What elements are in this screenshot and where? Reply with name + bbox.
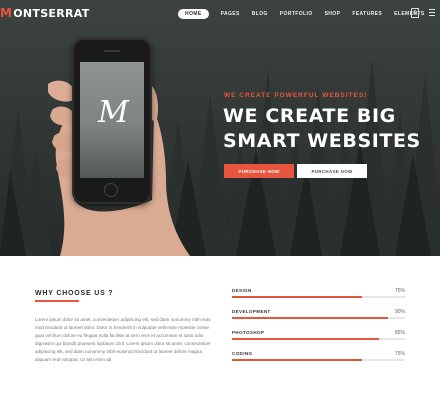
skill-label: DEVELOPMENT xyxy=(232,309,271,314)
nav-item-elements[interactable]: ELEMENTS xyxy=(394,9,424,19)
skill-fill xyxy=(232,296,362,298)
skill-design: DESIGN 75% xyxy=(232,288,405,309)
headline-line-2: SMART WEBSITES xyxy=(223,130,421,152)
site-logo[interactable]: M ONTSERRAT xyxy=(0,6,90,20)
skill-label: CODING xyxy=(232,351,253,356)
skill-bars: DESIGN 75% DEVELOPMENT 90% PHOTOSHOP 85%… xyxy=(232,288,405,372)
skill-label: PHOTOSHOP xyxy=(232,330,265,335)
title-underline xyxy=(35,300,79,302)
why-choose-us-text: Lorem ipsum dolor sit amet, consectetuer… xyxy=(35,317,211,362)
hero-section: M M ONTSERRAT HOME PAGES BLOG PORTFOLIO … xyxy=(0,0,440,256)
logo-mark: M xyxy=(0,6,13,20)
headline-line-1: WE CREATE BIG xyxy=(223,105,396,127)
nav-item-home[interactable]: HOME xyxy=(178,9,209,19)
skill-track xyxy=(232,338,405,340)
shopping-bag-icon[interactable]: 0 xyxy=(411,8,419,18)
skill-track xyxy=(232,296,405,298)
skill-percent: 75% xyxy=(394,288,405,294)
skill-track xyxy=(232,317,405,319)
smartphone-mockup: M xyxy=(72,38,152,204)
skill-fill xyxy=(232,317,388,319)
hero-tagline: WE CREATE POWERFUL WEBSITES! xyxy=(224,92,368,99)
phone-speaker xyxy=(104,50,120,52)
phone-screen-logo: M xyxy=(98,95,129,130)
skill-fill xyxy=(232,359,362,361)
main-nav: HOME PAGES BLOG PORTFOLIO SHOP FEATURES … xyxy=(178,8,437,20)
purchase-now-secondary-button[interactable]: PURCHASE NOW xyxy=(297,164,367,178)
skill-development: DEVELOPMENT 90% xyxy=(232,309,405,330)
hamburger-menu-icon[interactable] xyxy=(429,9,435,17)
skill-photoshop: PHOTOSHOP 85% xyxy=(232,330,405,351)
skill-percent: 90% xyxy=(394,309,405,315)
why-choose-us-title: WHY CHOOSE US ? xyxy=(35,290,114,297)
skill-label: DESIGN xyxy=(232,288,252,293)
skill-percent: 85% xyxy=(394,330,405,336)
skill-fill xyxy=(232,338,380,340)
purchase-now-primary-button[interactable]: PURCHASE NOW xyxy=(224,164,294,178)
phone-screen: M xyxy=(80,62,144,178)
nav-item-shop[interactable]: SHOP xyxy=(325,9,341,19)
cart-count: 0 xyxy=(413,10,417,16)
logo-text: ONTSERRAT xyxy=(13,6,90,20)
skill-percent: 75% xyxy=(394,351,405,357)
nav-item-blog[interactable]: BLOG xyxy=(252,9,268,19)
hero-headline: WE CREATE BIG SMART WEBSITES xyxy=(223,104,438,154)
nav-item-features[interactable]: FEATURES xyxy=(352,9,382,19)
skill-track xyxy=(232,359,405,361)
phone-home-button xyxy=(104,183,118,197)
skill-coding: CODING 75% xyxy=(232,351,405,372)
nav-item-portfolio[interactable]: PORTFOLIO xyxy=(280,9,313,19)
nav-item-pages[interactable]: PAGES xyxy=(221,9,240,19)
